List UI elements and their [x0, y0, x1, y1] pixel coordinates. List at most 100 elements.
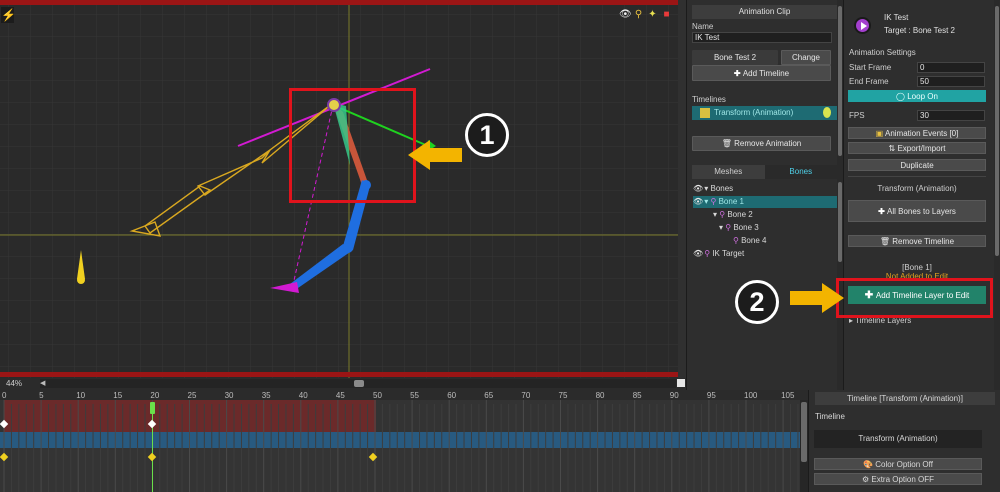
viewport-toolbar: 👁 ⚲ ✦ ■ [619, 9, 672, 20]
lightning-icon[interactable]: ⚡ [1, 7, 16, 23]
plus-icon: ✚ [878, 207, 887, 216]
panel-header: Animation Clip [692, 5, 837, 19]
tree-item-label: IK Target [712, 249, 745, 258]
timeline-tick-label: 95 [706, 391, 716, 400]
scroll-thumb[interactable] [838, 182, 842, 262]
timeline-layer-name[interactable]: Transform (Animation) [814, 430, 982, 448]
divider [848, 176, 986, 177]
timeline-tick-label: 55 [410, 391, 419, 400]
tree-item-ik-target[interactable]: 👁 ⚲ IK Target [693, 248, 838, 260]
animation-properties-panel: IK Test Target : Bone Test 2 Animation S… [843, 0, 1000, 390]
timeline-canvas[interactable] [0, 390, 808, 492]
timeline-tick-label: 25 [187, 391, 197, 400]
transform-icon [700, 108, 710, 118]
fps-input[interactable]: 30 [917, 110, 985, 121]
name-label: Name [692, 22, 714, 31]
timeline-tick-label: 105 [781, 391, 795, 400]
color-option-button[interactable]: 🎨 Color Option Off [814, 458, 982, 470]
extra-option-button[interactable]: ⚙ Extra Option OFF [814, 473, 982, 485]
tree-item-label: Bone 2 [727, 210, 753, 219]
end-frame-label: End Frame [849, 77, 889, 86]
timeline-item-label: Transform (Animation) [714, 108, 794, 117]
viewport-corner-button[interactable] [677, 379, 685, 387]
loop-toggle-button[interactable]: ◯ Loop On [848, 90, 986, 102]
animation-events-button[interactable]: ▣ Animation Events [0] [848, 127, 986, 139]
export-import-button[interactable]: ⇅ Export/Import [848, 142, 986, 154]
tree-item-bone-1[interactable]: 👁 ▾ ⚲ Bone 1 [693, 196, 838, 208]
viewport-vertical-scrollbar[interactable] [678, 0, 686, 378]
duplicate-button[interactable]: Duplicate [848, 159, 986, 171]
tree-item-label: Bone 3 [733, 223, 759, 232]
scroll-thumb[interactable] [838, 6, 842, 156]
timeline-area[interactable]: 0 5 10 15 20 25 30 35 40 45 50 55 60 65 70 75 80 85 90 95 10… [0, 390, 808, 492]
tree-item-bone-2[interactable]: ▾ ⚲ Bone 2 [693, 209, 838, 221]
eye-icon[interactable]: 👁 [693, 248, 703, 260]
start-frame-label: Start Frame [849, 63, 892, 72]
tab-bones[interactable]: Bones [764, 165, 837, 179]
eye-icon[interactable]: 👁 [693, 196, 703, 208]
timeline-tick-label: 85 [632, 391, 642, 400]
add-timeline-button[interactable]: ✚ Add Timeline [692, 65, 831, 81]
events-label: Animation Events [0] [884, 129, 959, 138]
bone-name: [Bone 1] [902, 263, 932, 272]
lightbulb-icon[interactable] [823, 107, 831, 118]
panel-scrollbar[interactable] [994, 0, 1000, 390]
animation-clip-panel: Animation Clip Name IK Test Bone Test 2 … [686, 0, 843, 390]
start-frame-input[interactable]: 0 [917, 62, 985, 73]
meshes-bones-tabs: Meshes Bones [692, 165, 837, 179]
timeline-tick-label: 65 [484, 391, 494, 400]
tab-meshes[interactable]: Meshes [692, 165, 765, 179]
tree-item-bones[interactable]: 👁 ▾ Bones [693, 183, 838, 195]
recording-bar-top [0, 0, 686, 5]
zoom-level: 44% [6, 379, 23, 388]
extra-icon: ⚙ [861, 475, 872, 484]
remove-timeline-label: Remove Timeline [892, 237, 955, 246]
remove-timeline-button[interactable]: 🗑 Remove Timeline [848, 235, 986, 247]
timeline-tick-label: 20 [150, 391, 160, 400]
all-bones-to-layers-button[interactable]: ✚ All Bones to Layers [848, 200, 986, 222]
timeline-item[interactable]: Transform (Animation) [692, 106, 837, 120]
bone-icon: ⚲ [733, 236, 742, 245]
timeline-title: Transform (Animation) [877, 184, 957, 193]
timeline-side-header: Timeline [Transform (Animation)] [815, 392, 995, 405]
tree-item-label: Bones [710, 184, 734, 193]
clip-title: IK Test [884, 13, 909, 22]
plus-icon: ✚ [733, 69, 743, 78]
eye-icon[interactable]: 👁 [619, 9, 632, 20]
name-input[interactable]: IK Test [692, 32, 832, 43]
bone-icon[interactable]: ⚲ [633, 9, 644, 20]
highlight-box-2 [836, 278, 993, 318]
end-frame-input[interactable]: 50 [917, 76, 985, 87]
palette-icon: 🎨 [863, 460, 876, 469]
events-icon: ▣ [875, 129, 885, 138]
bone-icon: ⚲ [710, 197, 719, 206]
viewport-horizontal-scrollbar[interactable]: ◀ [40, 379, 676, 388]
timeline-tick-label: 45 [335, 391, 345, 400]
add-timeline-label: Add Timeline [742, 69, 790, 78]
scroll-thumb[interactable] [354, 380, 364, 387]
record-icon[interactable]: ■ [661, 9, 672, 20]
arrow-right-icon [790, 283, 844, 313]
trash-icon: 🗑 [721, 139, 735, 148]
timeline-tick-label: 15 [113, 391, 123, 400]
arrow-left-icon [408, 140, 462, 170]
scroll-thumb[interactable] [995, 6, 999, 256]
tree-item-bone-3[interactable]: ▾ ⚲ Bone 3 [693, 222, 838, 234]
step-badge-1: 1 [465, 113, 509, 157]
recording-bar-bottom [0, 372, 686, 377]
target-field: Bone Test 2 [692, 50, 778, 65]
eye-icon[interactable]: 👁 [693, 183, 703, 195]
change-button[interactable]: Change [781, 50, 831, 65]
lightbulb-icon[interactable]: ✦ [647, 9, 658, 20]
tree-item-label: Bone 4 [741, 236, 767, 245]
highlight-box-1 [289, 88, 416, 203]
timeline-tick-label: 5 [39, 391, 44, 400]
clip-target: Target : Bone Test 2 [884, 26, 956, 35]
timeline-tick-label: 30 [224, 391, 234, 400]
scroll-left-icon[interactable]: ◀ [40, 379, 45, 387]
remove-animation-button[interactable]: 🗑 Remove Animation [692, 136, 831, 151]
tree-item-bone-4[interactable]: ⚲ Bone 4 [693, 235, 838, 247]
play-icon [854, 17, 871, 34]
color-option-label: Color Option Off [875, 460, 933, 469]
timeline-tick-label: 90 [669, 391, 679, 400]
